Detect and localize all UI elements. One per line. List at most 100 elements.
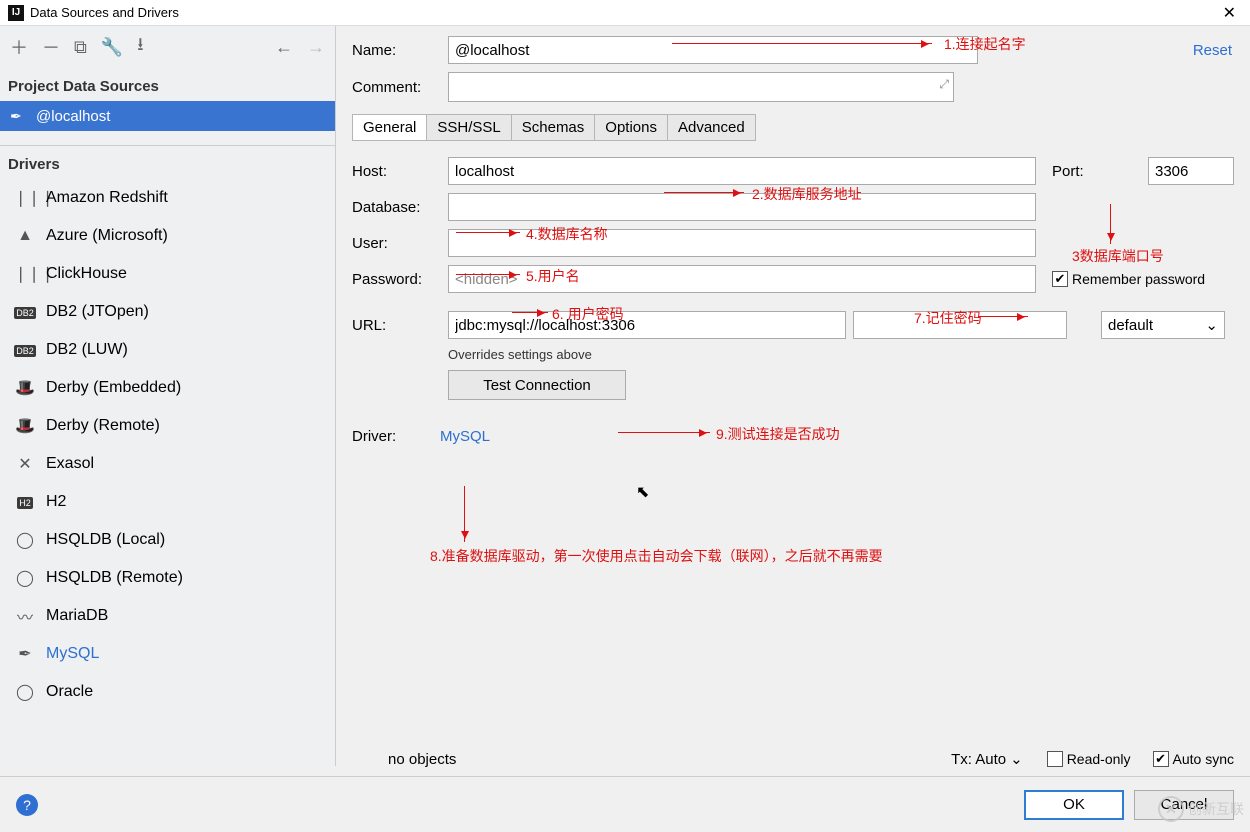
readonly-checkbox[interactable] bbox=[1047, 751, 1063, 767]
test-connection-button[interactable]: Test Connection bbox=[448, 370, 626, 400]
ok-button[interactable]: OK bbox=[1024, 790, 1124, 820]
url-input[interactable] bbox=[448, 311, 846, 339]
password-input[interactable] bbox=[448, 265, 1036, 293]
driver-icon: ◯ bbox=[14, 682, 36, 702]
content-pane: Reset Name: Comment: ⤢ GeneralSSH/SSLSch… bbox=[336, 26, 1250, 766]
driver-item[interactable]: ❘❘❘ ClickHouse bbox=[0, 255, 335, 293]
tab-schemas[interactable]: Schemas bbox=[512, 115, 596, 140]
driver-item[interactable]: ✕ Exasol bbox=[0, 445, 335, 483]
tab-general[interactable]: General bbox=[353, 115, 427, 140]
driver-label: MariaDB bbox=[46, 607, 108, 625]
window-title: Data Sources and Drivers bbox=[30, 5, 1217, 20]
remember-label: Remember password bbox=[1072, 271, 1205, 287]
driver-label: DB2 (LUW) bbox=[46, 341, 128, 359]
sidebar: ＋ － ⧉ 🔧 ⭳ ← → Project Data Sources ✒ @lo… bbox=[0, 26, 336, 766]
close-icon[interactable]: ✕ bbox=[1217, 3, 1242, 23]
user-input[interactable] bbox=[448, 229, 1036, 257]
readonly-label: Read-only bbox=[1067, 751, 1131, 767]
tab-advanced[interactable]: Advanced bbox=[668, 115, 755, 140]
driver-item[interactable]: ◯HSQLDB (Local) bbox=[0, 521, 335, 559]
driver-label: Amazon Redshift bbox=[46, 189, 168, 207]
no-objects-label: no objects bbox=[388, 751, 456, 768]
autosync-label: Auto sync bbox=[1173, 751, 1234, 767]
driver-icon: 🎩 bbox=[14, 378, 36, 398]
comment-input[interactable]: ⤢ bbox=[448, 72, 954, 102]
datasource-localhost[interactable]: ✒ @localhost bbox=[0, 101, 335, 131]
driver-item[interactable]: ◯HSQLDB (Remote) bbox=[0, 559, 335, 597]
driver-item[interactable]: 🎩Derby (Embedded) bbox=[0, 369, 335, 407]
reset-link[interactable]: Reset bbox=[1193, 42, 1232, 59]
help-icon[interactable]: ? bbox=[16, 794, 38, 816]
driver-list: ❘❘❘Amazon Redshift ▲ Azure (Microsoft) ❘❘❘ C… bbox=[0, 179, 335, 766]
autosync-checkbox[interactable]: ✔ bbox=[1153, 751, 1169, 767]
name-input[interactable] bbox=[448, 36, 978, 64]
drivers-title: Drivers bbox=[0, 146, 335, 179]
driver-icon: ◯ bbox=[14, 568, 36, 588]
project-ds-title: Project Data Sources bbox=[0, 68, 335, 101]
driver-label: MySQL bbox=[46, 645, 99, 663]
arrow-1 bbox=[672, 43, 932, 44]
driver-label: Derby (Remote) bbox=[46, 417, 160, 435]
driver-label: ClickHouse bbox=[46, 265, 127, 283]
database-input[interactable] bbox=[448, 193, 1036, 221]
host-label: Host: bbox=[352, 163, 440, 180]
arrow-7 bbox=[978, 316, 1028, 317]
password-label: Password: bbox=[352, 271, 440, 288]
annot-8: 8.准备数据库驱动，第一次使用点击自动会下载（联网），之后就不再需要 bbox=[430, 546, 883, 566]
remove-icon[interactable]: － bbox=[42, 34, 60, 60]
host-input[interactable] bbox=[448, 157, 1036, 185]
url-label: URL: bbox=[352, 317, 440, 334]
arrow-6 bbox=[512, 312, 548, 313]
url-extra-input[interactable] bbox=[853, 311, 1067, 339]
copy-icon[interactable]: ⧉ bbox=[74, 37, 87, 58]
driver-item[interactable]: DB2DB2 (JTOpen) bbox=[0, 293, 335, 331]
driver-icon: DB2 bbox=[14, 341, 36, 359]
back-icon[interactable]: ← bbox=[275, 37, 293, 58]
arrow-8 bbox=[464, 486, 465, 542]
arrow-3 bbox=[1110, 204, 1111, 244]
tab-options[interactable]: Options bbox=[595, 115, 668, 140]
tab-sshssl[interactable]: SSH/SSL bbox=[427, 115, 511, 140]
driver-label: Exasol bbox=[46, 455, 94, 473]
driver-icon: ▲ bbox=[14, 227, 36, 245]
driver-label: Azure (Microsoft) bbox=[46, 227, 168, 245]
driver-item[interactable]: ✒ MySQL bbox=[0, 635, 335, 673]
arrow-2 bbox=[664, 192, 744, 193]
driver-icon: ✕ bbox=[14, 454, 36, 474]
driver-item[interactable]: ◯Oracle bbox=[0, 673, 335, 711]
driver-item[interactable]: DB2 DB2 (LUW) bbox=[0, 331, 335, 369]
chevron-down-icon: ⌄ bbox=[1010, 750, 1023, 768]
comment-label: Comment: bbox=[352, 79, 440, 96]
driver-icon: 🎩 bbox=[14, 416, 36, 436]
app-icon: IJ bbox=[8, 5, 24, 21]
port-input[interactable] bbox=[1148, 157, 1234, 185]
driver-label: Driver: bbox=[352, 428, 440, 445]
driver-item[interactable]: ❘❘❘Amazon Redshift bbox=[0, 179, 335, 217]
driver-icon: ❘❘❘ bbox=[14, 264, 36, 284]
chevron-down-icon: ⌄ bbox=[1205, 316, 1218, 334]
driver-item[interactable]: H2H2 bbox=[0, 483, 335, 521]
import-icon[interactable]: ⭳ bbox=[137, 32, 143, 62]
watermark: ✕创新互联 bbox=[1158, 796, 1244, 822]
forward-icon[interactable]: → bbox=[307, 37, 325, 58]
driver-item[interactable]: ▲ Azure (Microsoft) bbox=[0, 217, 335, 255]
datasource-label: @localhost bbox=[36, 108, 110, 125]
driver-icon: ✒ bbox=[14, 644, 36, 664]
add-icon[interactable]: ＋ bbox=[10, 34, 28, 60]
driver-item[interactable]: 〰MariaDB bbox=[0, 597, 335, 635]
override-note: Overrides settings above bbox=[448, 347, 1234, 362]
wrench-icon[interactable]: 🔧 bbox=[101, 37, 123, 58]
url-mode-select[interactable]: default⌄ bbox=[1101, 311, 1225, 339]
port-label: Port: bbox=[1052, 163, 1140, 180]
driver-link[interactable]: MySQL bbox=[440, 428, 490, 445]
driver-icon: H2 bbox=[14, 493, 36, 511]
user-label: User: bbox=[352, 235, 440, 252]
tx-select[interactable]: Tx: Auto⌄ bbox=[951, 750, 1023, 768]
arrow-5 bbox=[456, 274, 520, 275]
database-label: Database: bbox=[352, 199, 440, 216]
driver-item[interactable]: 🎩 Derby (Remote) bbox=[0, 407, 335, 445]
remember-checkbox[interactable]: ✔ bbox=[1052, 271, 1068, 287]
titlebar: IJ Data Sources and Drivers ✕ bbox=[0, 0, 1250, 26]
expand-icon[interactable]: ⤢ bbox=[939, 77, 949, 92]
cursor-icon: ⬉ bbox=[636, 482, 649, 502]
